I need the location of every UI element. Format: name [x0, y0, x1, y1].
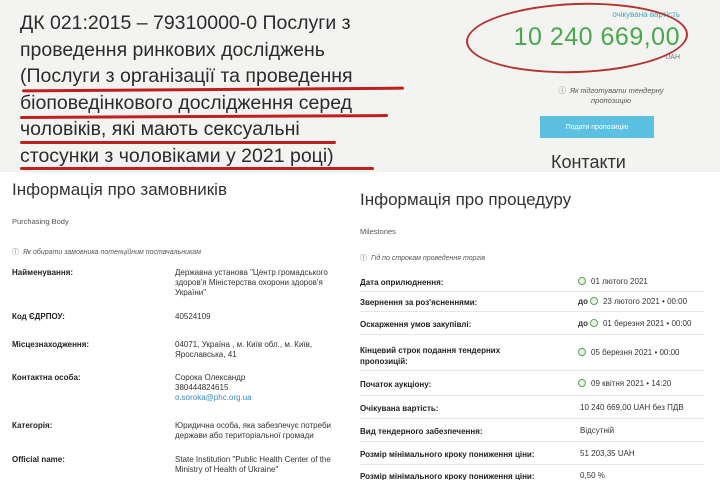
divider	[360, 291, 704, 292]
date-text: 01 березня 2021 • 00:00	[602, 319, 692, 328]
row-value: Державна установа "Центр громадського зд…	[175, 268, 335, 298]
howto-link[interactable]: ⓘ Як підготувати тендерну пропозицію	[546, 86, 676, 106]
row-label: Розмір мінімального кроку пониження ціни…	[360, 450, 535, 459]
divider	[360, 441, 704, 442]
contacts-title: Контакти	[551, 152, 626, 172]
title-line: біоповедінкового дослідження серед	[20, 91, 353, 114]
divider	[360, 334, 704, 335]
tender-header: ДК 021:2015 – 79310000-0 Послуги з прове…	[0, 0, 720, 172]
value-line: Юридична особа, яка забезпечує потреби	[175, 421, 332, 430]
deadline-prefix: до	[578, 319, 588, 328]
date-text: 01 лютого 2021	[591, 277, 648, 286]
customer-subtitle: Purchasing Body	[12, 217, 69, 226]
customer-help-text: Як обирати замовника потенційним постача…	[23, 249, 201, 256]
row-value: до 01 березня 2021 • 00:00	[578, 319, 691, 328]
deadline-prefix: до	[578, 297, 588, 306]
divider	[360, 370, 704, 371]
row-label: Official name:	[12, 455, 65, 464]
row-label: Контактна особа:	[12, 373, 81, 382]
procedure-help-link[interactable]: ⓘ Гід по строкам проведення торгів	[360, 253, 485, 263]
row-label: Код ЄДРПОУ:	[12, 312, 65, 321]
contact-email-link[interactable]: o.soroka@phc.org.ua	[175, 393, 335, 403]
price-highlight-circle	[464, 0, 690, 77]
row-value: Відсутній	[580, 426, 615, 435]
value-line: України"	[175, 288, 207, 297]
row-label: Вид тендерного забезпечення:	[360, 427, 483, 436]
clock-icon	[589, 319, 598, 327]
procedure-help-text: Гід по строкам проведення торгів	[371, 255, 486, 262]
row-label: Кінцевий строк подання тендерних пропози…	[360, 346, 501, 366]
title-line: проведення ринкових досліджень	[20, 38, 325, 61]
title-line: стосунки з чоловіками у 2021 році)	[20, 144, 334, 167]
procedure-subtitle: Milestones	[360, 227, 396, 236]
row-value: Сорока Олександр 380444824615 o.soroka@p…	[175, 373, 335, 403]
row-label: Розмір мінімального кроку пониження ціни…	[360, 472, 535, 480]
value-line: Державна установа "Центр громадського	[175, 268, 328, 277]
customer-title: Інформація про замовників	[12, 180, 227, 199]
value-line: 380444824615	[175, 383, 229, 392]
row-value: State Institution "Public Health Center …	[175, 455, 335, 475]
info-icon: ⓘ	[12, 249, 19, 256]
row-value: 04071, Україна , м. Київ обл., м. Київ, …	[175, 340, 335, 360]
customer-help-link[interactable]: ⓘ Як обирати замовника потенційним постач…	[12, 247, 201, 257]
row-value: до 23 лютого 2021 • 00:00	[578, 297, 687, 306]
clock-icon	[578, 348, 586, 356]
row-label: Звернення за роз'ясненнями:	[360, 298, 478, 307]
clock-icon	[578, 277, 586, 285]
row-value: 0,50 %	[580, 471, 605, 480]
date-text: 09 квітня 2021 • 14:20	[591, 379, 672, 388]
value-line: 40524109	[175, 312, 211, 321]
row-value: Юридична особа, яка забезпечує потреби д…	[175, 421, 335, 441]
info-icon: ⓘ	[360, 255, 367, 262]
title-line: чоловіків, які мають сексуальні	[20, 118, 300, 140]
value-line: Ярославська, 41	[175, 350, 237, 359]
divider	[360, 395, 704, 396]
divider	[360, 311, 704, 312]
info-icon: ⓘ	[558, 86, 566, 95]
row-value: 10 240 669,00 UAH без ПДВ	[580, 403, 684, 412]
value-line: State Institution "Public Health Center …	[175, 455, 331, 464]
value-line: Сорока Олександр	[175, 373, 246, 382]
highlight-underline	[20, 141, 336, 144]
date-text: 05 березня 2021 • 00:00	[591, 348, 680, 357]
value-line: Ministry of Health of Ukraine"	[175, 465, 279, 474]
row-label: Оскарження умов закупівлі:	[360, 320, 472, 329]
row-value: 05 березня 2021 • 00:00	[578, 348, 680, 357]
value-line: держави або територіальної громади	[175, 431, 314, 440]
procedure-title: Інформація про процедуру	[360, 190, 572, 209]
row-label: Місцезнаходження:	[12, 340, 90, 349]
value-line: 04071, Україна , м. Київ обл., м. Київ,	[175, 340, 313, 349]
title-line: ДК 021:2015 – 79310000-0 Послуги з	[20, 12, 351, 34]
row-label: Початок аукціону:	[360, 380, 432, 389]
row-value: 40524109	[175, 312, 335, 322]
row-label: Дата оприлюднення:	[360, 278, 444, 287]
row-value: 09 квітня 2021 • 14:20	[578, 379, 671, 388]
row-label: Найменування:	[12, 268, 74, 277]
row-value: 51 203,35 UAH	[580, 449, 635, 458]
howto-text: Як підготувати тендерну пропозицію	[569, 86, 664, 105]
row-label: Категорія:	[12, 421, 53, 430]
row-label: Очікувана вартість:	[360, 404, 439, 413]
value-line: здоров'я Міністерства охорони здоров'я	[175, 278, 323, 287]
date-text: 23 лютого 2021 • 00:00	[602, 297, 688, 306]
row-value: 01 лютого 2021	[578, 277, 648, 286]
submit-bid-button[interactable]: Подати пропозицію	[540, 116, 654, 138]
divider	[360, 418, 704, 419]
title-line: (Послуги з організації та проведення	[20, 65, 353, 87]
clock-icon	[578, 379, 586, 387]
divider	[360, 464, 704, 465]
clock-icon	[589, 297, 598, 305]
highlight-underline	[20, 167, 374, 170]
